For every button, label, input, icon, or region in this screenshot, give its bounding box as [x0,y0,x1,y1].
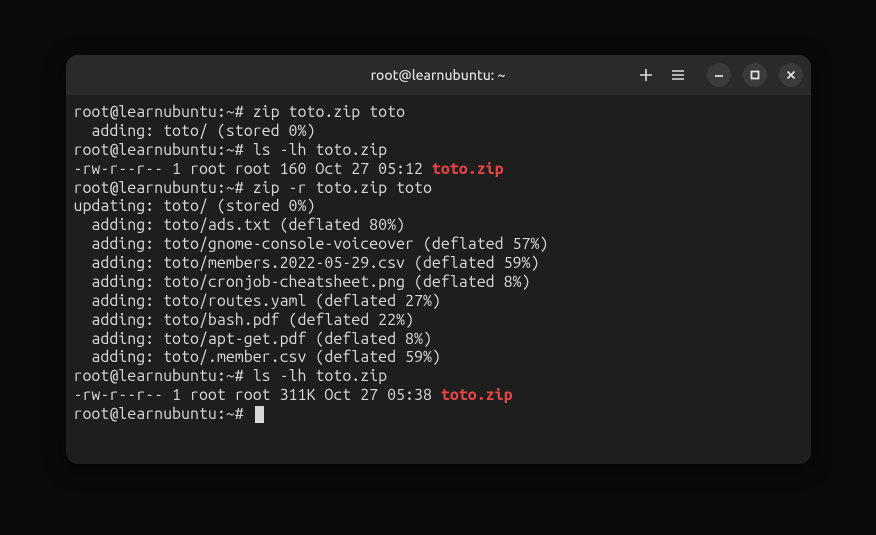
terminal-line: root@learnubuntu:~# zip -r toto.zip toto [74,179,803,198]
terminal-line: root@learnubuntu:~# ls -lh toto.zip [74,141,803,160]
command-text: zip -r toto.zip toto [253,179,432,197]
terminal-line: updating: toto/ (stored 0%) [74,197,803,216]
terminal-line: -rw-r--r-- 1 root root 160 Oct 27 05:12 … [74,160,803,179]
hamburger-menu-button[interactable] [669,66,687,84]
terminal-line: adding: toto/members.2022-05-29.csv (def… [74,254,803,273]
new-tab-button[interactable] [637,66,655,84]
terminal-line: -rw-r--r-- 1 root root 311K Oct 27 05:38… [74,386,803,405]
cursor [255,406,264,423]
minimize-button[interactable] [707,63,731,87]
command-text: ls -lh toto.zip [253,367,387,385]
terminal-line: adding: toto/.member.csv (deflated 59%) [74,348,803,367]
terminal-line: adding: toto/bash.pdf (deflated 22%) [74,311,803,330]
command-text: zip toto.zip toto [253,103,405,121]
ls-output: -rw-r--r-- 1 root root 311K Oct 27 05:38 [74,386,441,404]
terminal-body[interactable]: root@learnubuntu:~# zip toto.zip toto ad… [66,95,811,464]
terminal-line: root@learnubuntu:~# zip toto.zip toto [74,103,803,122]
terminal-window: root@learnubuntu: ~ root@learnubuntu: [66,55,811,464]
terminal-line: root@learnubuntu:~# [74,405,803,424]
terminal-line: adding: toto/ (stored 0%) [74,122,803,141]
file-name: toto.zip [432,160,504,178]
maximize-button[interactable] [743,63,767,87]
terminal-line: adding: toto/routes.yaml (deflated 27%) [74,292,803,311]
prompt: root@learnubuntu:~# [74,405,244,423]
prompt: root@learnubuntu:~# [74,103,244,121]
terminal-line: adding: toto/apt-get.pdf (deflated 8%) [74,330,803,349]
terminal-line: adding: toto/ads.txt (deflated 80%) [74,216,803,235]
ls-output: -rw-r--r-- 1 root root 160 Oct 27 05:12 [74,160,432,178]
terminal-line: adding: toto/gnome-console-voiceover (de… [74,235,803,254]
terminal-line: adding: toto/cronjob-cheatsheet.png (def… [74,273,803,292]
prompt: root@learnubuntu:~# [74,367,244,385]
prompt: root@learnubuntu:~# [74,179,244,197]
close-button[interactable] [779,63,803,87]
file-name: toto.zip [441,386,513,404]
command-text: ls -lh toto.zip [253,141,387,159]
prompt: root@learnubuntu:~# [74,141,244,159]
terminal-line: root@learnubuntu:~# ls -lh toto.zip [74,367,803,386]
titlebar[interactable]: root@learnubuntu: ~ [66,55,811,95]
